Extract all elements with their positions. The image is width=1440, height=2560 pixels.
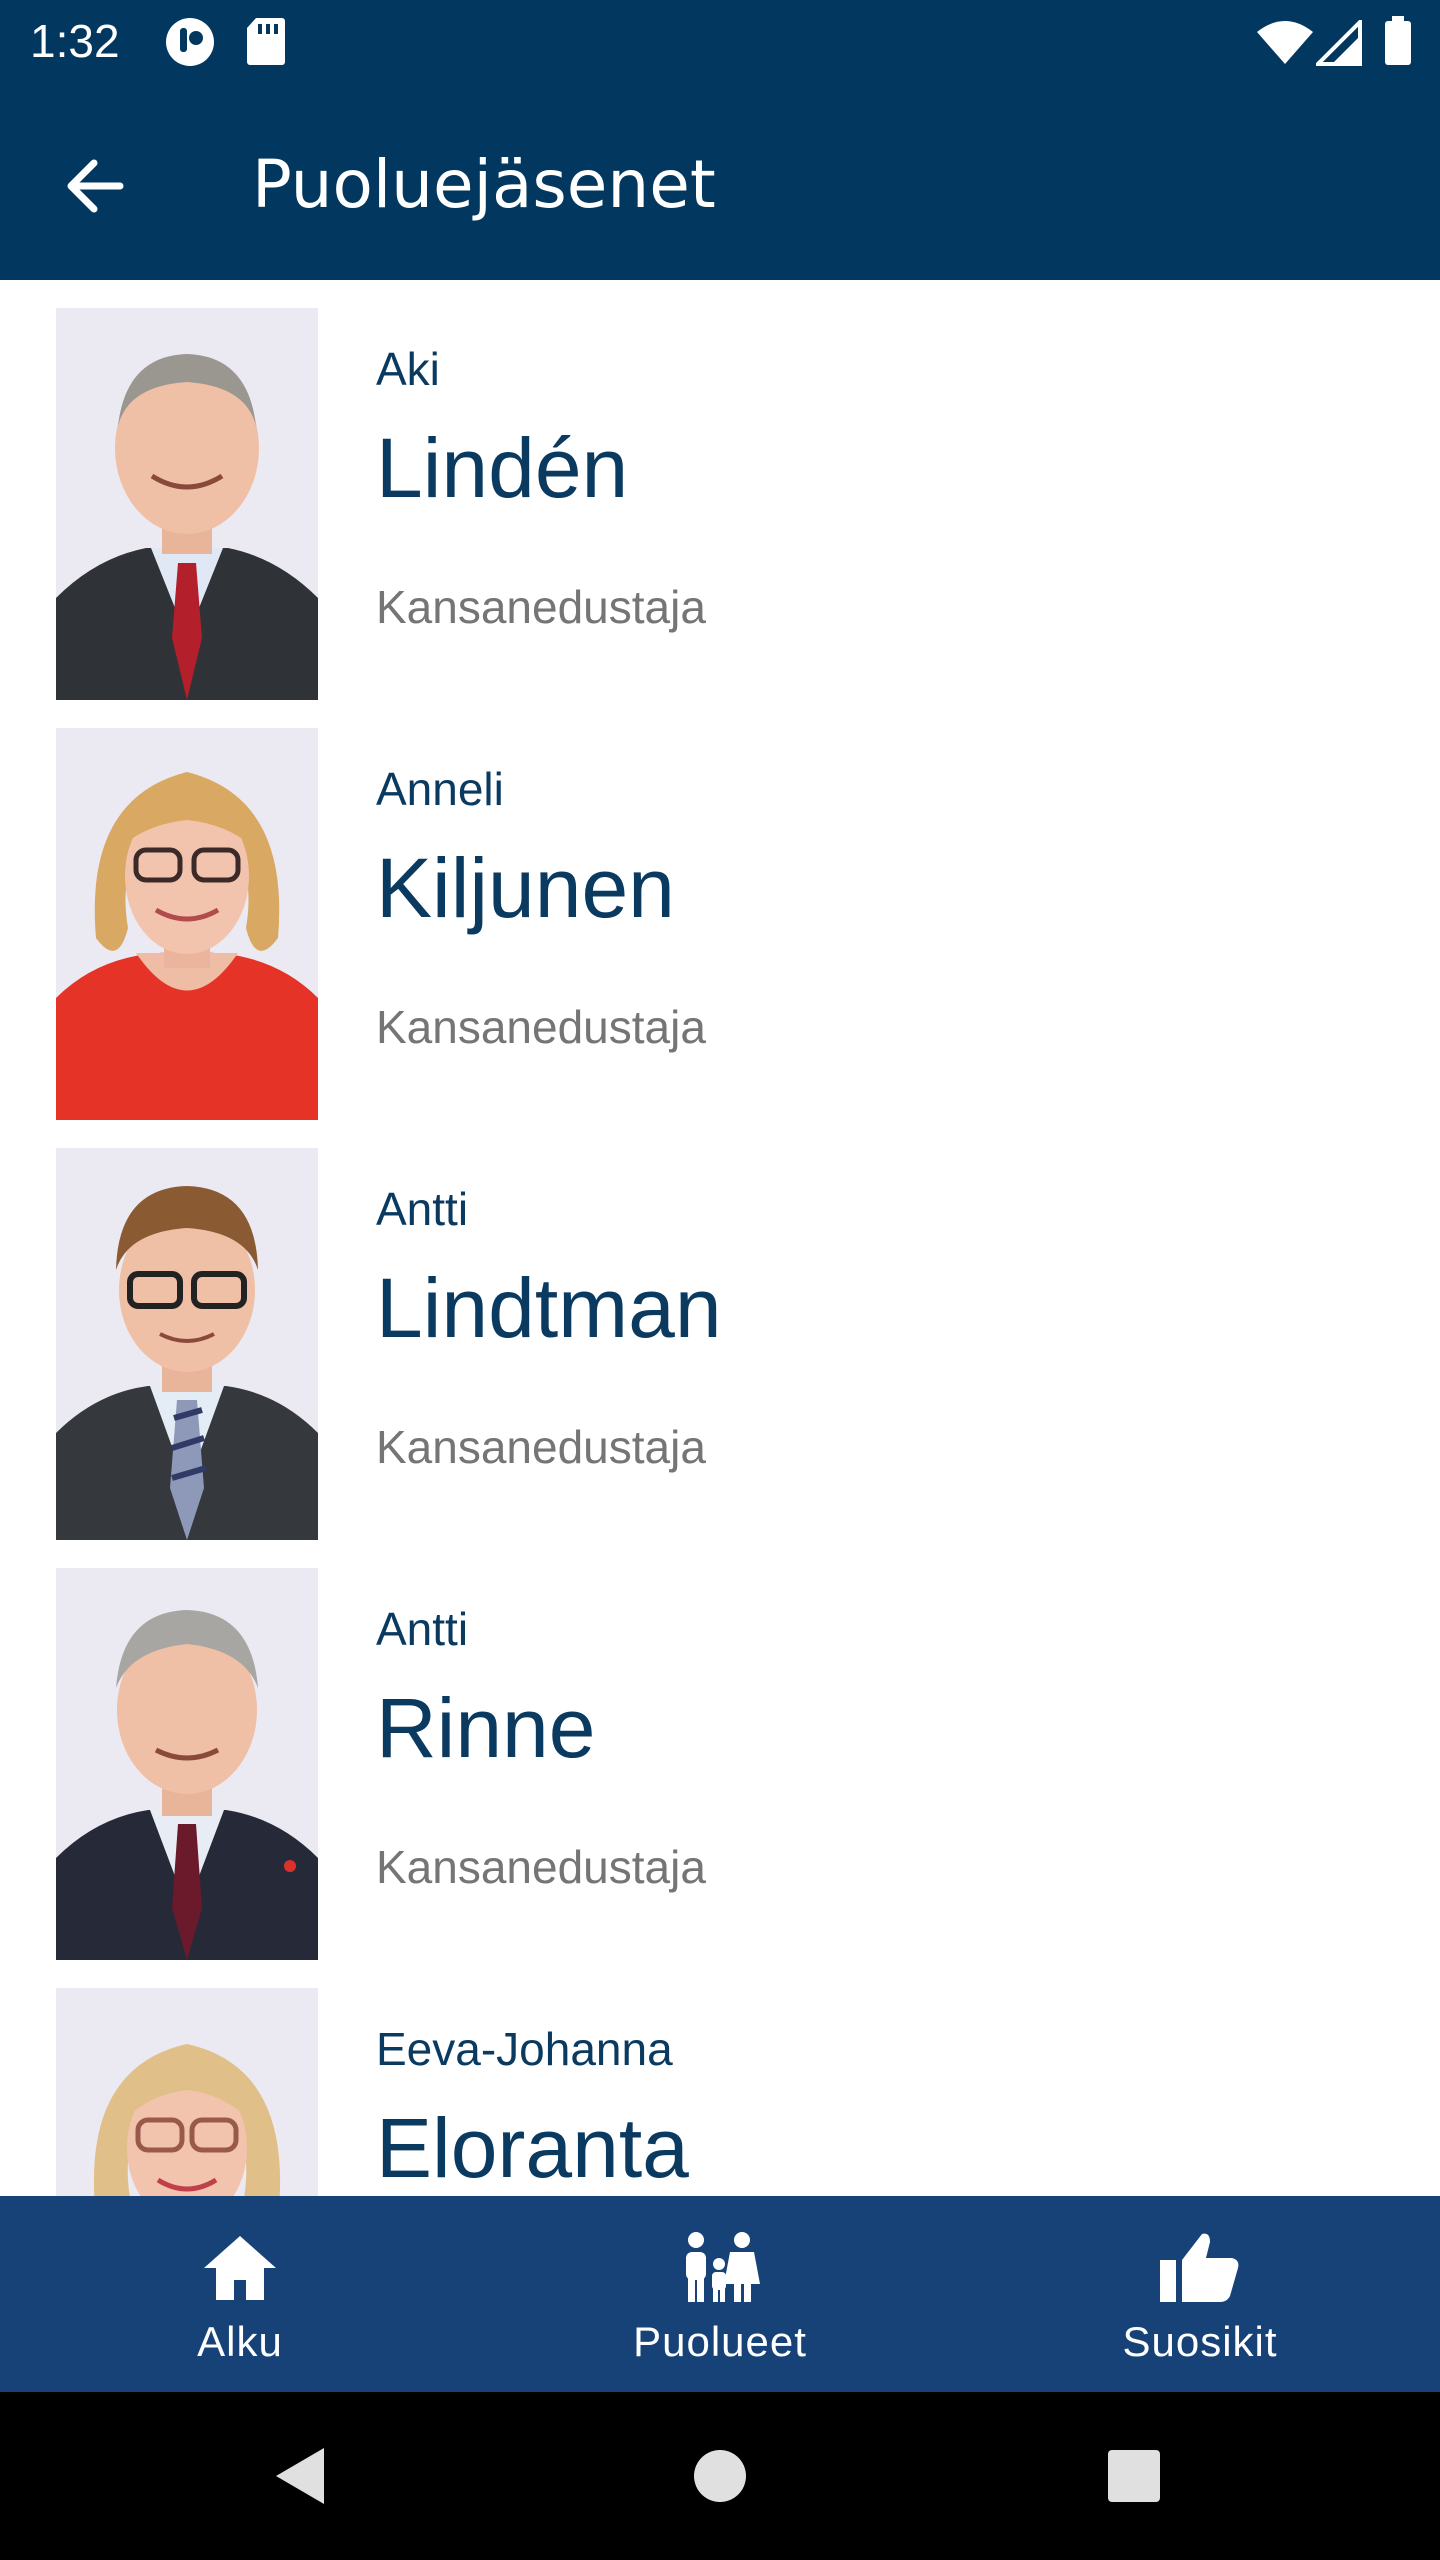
member-photo xyxy=(56,1568,318,1960)
nav-item-alku[interactable]: Alku xyxy=(0,2196,480,2392)
nav-label: Alku xyxy=(197,2318,283,2365)
member-list: Aki Lindén Kansanedustaja Anneli Kiljune… xyxy=(0,280,1440,2196)
member-first-name: Anneli xyxy=(376,763,504,815)
bottom-navigation: Alku Puolueet Suosikit xyxy=(0,2196,1440,2392)
member-photo xyxy=(56,1148,318,1540)
back-triangle-icon[interactable] xyxy=(264,2440,336,2512)
media-icon xyxy=(164,16,216,73)
recents-square-icon[interactable] xyxy=(1098,2440,1170,2512)
member-role: Kansanedustaja xyxy=(376,1841,706,1893)
nav-item-puolueet[interactable]: Puolueet xyxy=(480,2196,960,2392)
page-title: Puoluejäsenet xyxy=(252,146,716,223)
member-first-name: Eeva-Johanna xyxy=(376,2023,673,2075)
nav-label: Puolueet xyxy=(633,2318,807,2365)
battery-icon xyxy=(1384,16,1412,71)
wifi-icon xyxy=(1256,20,1314,71)
thumb-up-icon xyxy=(1158,2226,1242,2310)
member-role: Kansanedustaja xyxy=(376,1421,706,1473)
member-photo xyxy=(56,1988,318,2196)
member-first-name: Antti xyxy=(376,1603,469,1655)
member-row[interactable]: Eeva-Johanna Eloranta Kansanedustaja xyxy=(0,1960,1440,2196)
nav-item-suosikit[interactable]: Suosikit xyxy=(960,2196,1440,2392)
sd-card-icon xyxy=(246,16,286,71)
member-row[interactable]: Antti Lindtman Kansanedustaja xyxy=(0,1120,1440,1540)
family-icon xyxy=(678,2226,762,2310)
system-navigation-bar xyxy=(0,2392,1440,2560)
member-photo xyxy=(56,728,318,1120)
home-icon xyxy=(198,2226,282,2310)
member-role: Kansanedustaja xyxy=(376,1001,706,1053)
member-row[interactable]: Antti Rinne Kansanedustaja xyxy=(0,1540,1440,1960)
nav-label: Suosikit xyxy=(1122,2318,1278,2365)
member-first-name: Aki xyxy=(376,343,440,395)
signal-icon xyxy=(1313,17,1362,71)
member-last-name: Lindén xyxy=(376,421,629,515)
member-last-name: Kiljunen xyxy=(376,841,675,935)
member-photo xyxy=(56,308,318,700)
arrow-left-icon[interactable] xyxy=(56,146,136,226)
member-last-name: Eloranta xyxy=(376,2101,689,2195)
home-circle-icon[interactable] xyxy=(684,2440,756,2512)
member-first-name: Antti xyxy=(376,1183,469,1235)
member-last-name: Rinne xyxy=(376,1681,596,1775)
member-row[interactable]: Anneli Kiljunen Kansanedustaja xyxy=(0,700,1440,1120)
app-bar: Puoluejäsenet xyxy=(0,84,1440,280)
status-bar: 1:32 xyxy=(0,0,1440,84)
status-time: 1:32 xyxy=(30,15,120,67)
member-role: Kansanedustaja xyxy=(376,581,706,633)
member-last-name: Lindtman xyxy=(376,1261,722,1355)
member-row[interactable]: Aki Lindén Kansanedustaja xyxy=(0,280,1440,700)
